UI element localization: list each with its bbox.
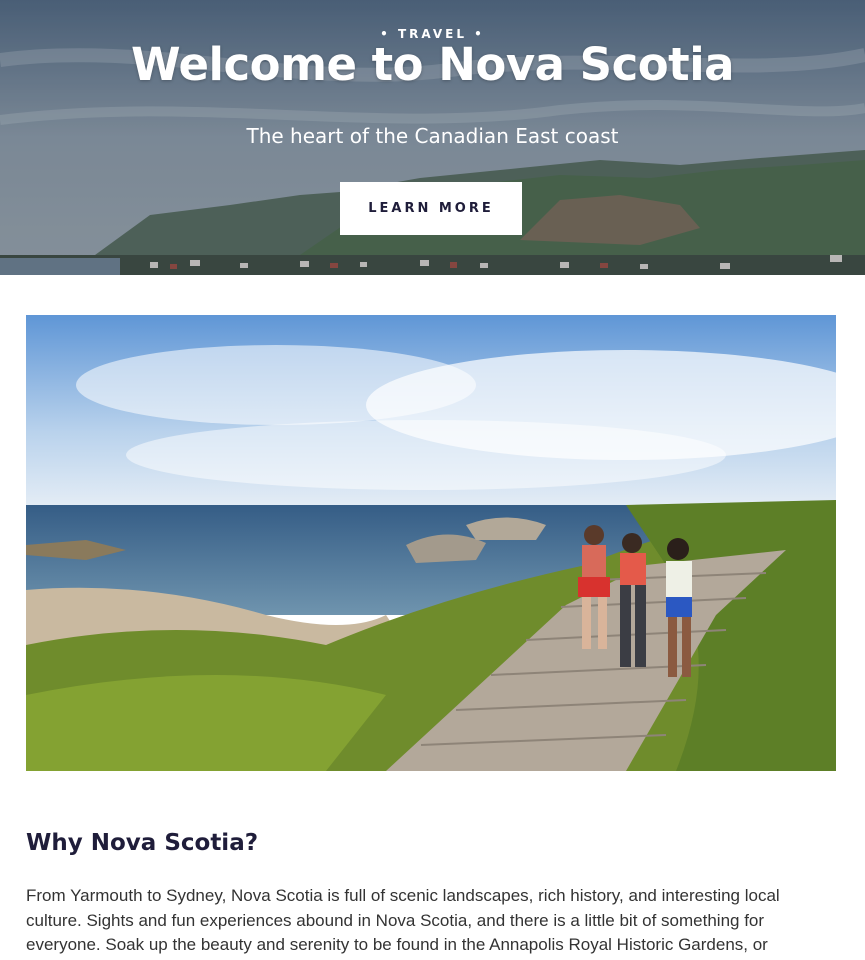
- hero-subtitle: The heart of the Canadian East coast: [246, 124, 619, 148]
- coastal-boardwalk-illustration: [26, 315, 836, 771]
- hero-title: Welcome to Nova Scotia: [131, 38, 734, 91]
- coastal-boardwalk-photo: [26, 315, 836, 771]
- section-title: Why Nova Scotia?: [26, 830, 259, 856]
- learn-more-button[interactable]: LEARN MORE: [340, 182, 522, 235]
- hero-banner: • TRAVEL • Welcome to Nova Scotia The he…: [0, 0, 865, 275]
- section-paragraph: From Yarmouth to Sydney, Nova Scotia is …: [26, 886, 780, 954]
